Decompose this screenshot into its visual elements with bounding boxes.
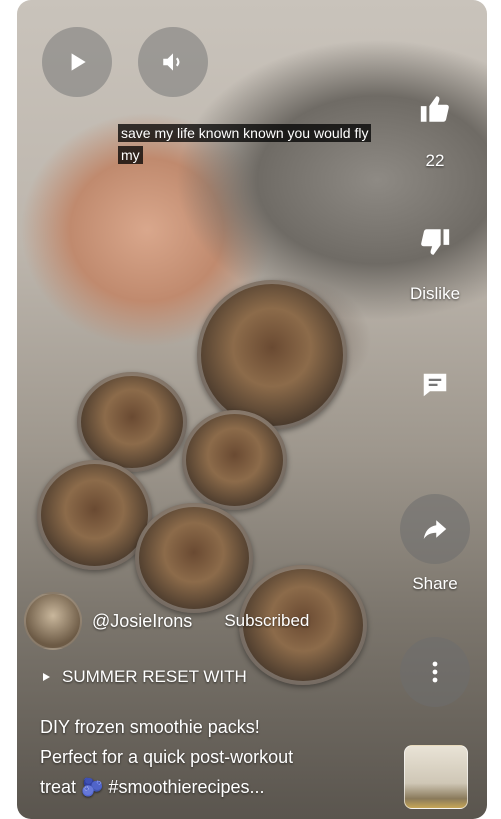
like-count: 22 — [425, 151, 445, 170]
dislike-action[interactable]: Dislike — [400, 225, 470, 304]
jar-image — [182, 410, 287, 510]
like-action[interactable]: 22 — [400, 92, 470, 171]
description-line-3: treat 🫐 #smoothierecipes... — [40, 777, 265, 797]
sound-thumbnail[interactable] — [404, 745, 468, 809]
play-icon — [71, 53, 86, 71]
playlist-link[interactable]: SUMMER RESET WITH — [40, 667, 247, 687]
caption-line-1: save my life known known you would fly — [118, 124, 372, 142]
more-options-button[interactable] — [400, 637, 470, 707]
channel-avatar[interactable] — [24, 592, 82, 650]
share-label: Share — [412, 574, 458, 593]
video-description[interactable]: DIY frozen smoothie packs! Perfect for a… — [40, 712, 370, 802]
subscribed-button[interactable]: Subscribed — [224, 611, 309, 631]
more-vertical-icon — [432, 661, 438, 683]
more-action[interactable] — [400, 637, 470, 707]
share-action[interactable]: Share — [400, 494, 470, 594]
closed-caption: save my life known known you would fly m… — [118, 122, 408, 166]
thumbs-up-icon — [420, 96, 449, 122]
description-line-1: DIY frozen smoothie packs! — [40, 717, 260, 737]
play-button[interactable] — [42, 27, 112, 97]
channel-row: @JosieIrons Subscribed — [24, 592, 309, 650]
comments-action[interactable] — [400, 370, 470, 405]
caption-line-2: my — [118, 146, 143, 164]
description-line-2: Perfect for a quick post-workout — [40, 747, 294, 767]
playlist-label: SUMMER RESET WITH — [62, 667, 247, 686]
share-arrow-icon — [423, 520, 447, 539]
comment-icon — [423, 373, 447, 397]
thumbs-down-icon — [421, 229, 450, 255]
jar-image — [197, 280, 347, 430]
dislike-label: Dislike — [409, 284, 461, 303]
channel-handle[interactable]: @JosieIrons — [92, 611, 192, 632]
volume-icon — [163, 53, 180, 71]
volume-button[interactable] — [138, 27, 208, 97]
jar-image — [77, 372, 187, 472]
share-button[interactable] — [400, 494, 470, 564]
play-small-icon — [43, 673, 50, 681]
